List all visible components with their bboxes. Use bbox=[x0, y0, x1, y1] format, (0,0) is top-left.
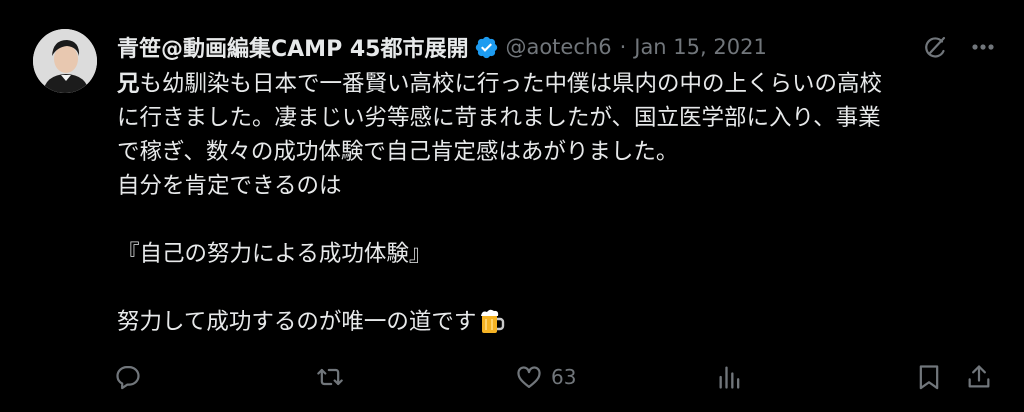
tweet-line: に行きました。凄まじい劣等感に苛まれましたが、国立医学部に入り、事業 bbox=[117, 105, 881, 131]
tweet-line bbox=[117, 271, 997, 305]
display-name[interactable]: 青笹@動画編集CAMP 45都市展開 bbox=[117, 31, 468, 63]
tweet-line: 自分を肯定できるのは bbox=[117, 173, 342, 199]
retweet-icon bbox=[317, 368, 343, 386]
tweet-line: 兄も幼馴染も日本で一番賢い高校に行った中僕は県内の中の上くらいの高校 bbox=[117, 67, 997, 101]
tweet-text: 兄も幼馴染も日本で一番賢い高校に行った中僕は県内の中の上くらいの高校 に行きまし… bbox=[117, 67, 997, 339]
retweet-button[interactable] bbox=[316, 363, 344, 391]
separator-dot: · bbox=[619, 35, 627, 59]
verified-badge-icon bbox=[474, 35, 499, 60]
action-bar: 63 bbox=[0, 360, 1024, 400]
reply-button[interactable] bbox=[114, 363, 142, 391]
beer-mug-icon bbox=[478, 307, 506, 335]
grok-icon[interactable] bbox=[921, 33, 949, 61]
tweet-date[interactable]: Jan 15, 2021 bbox=[634, 35, 767, 59]
bookmark-icon bbox=[919, 365, 939, 390]
heart-icon bbox=[517, 366, 541, 389]
share-button[interactable] bbox=[965, 363, 993, 391]
avatar[interactable] bbox=[33, 29, 97, 93]
views-icon bbox=[719, 366, 740, 389]
tweet-line: 『自己の努力による成功体験』 bbox=[117, 241, 432, 267]
line-text: 努力して成功するのが唯一の道です bbox=[117, 309, 477, 335]
views-button[interactable] bbox=[716, 363, 744, 391]
tweet-line: で稼ぎ、数々の成功体験で自己肯定感はあがりました。 bbox=[117, 139, 679, 165]
bookmark-button[interactable] bbox=[915, 363, 943, 391]
line-text: も幼馴染も日本で一番賢い高校に行った中僕は県内の中の上くらいの高校 bbox=[139, 71, 883, 97]
tweet-line bbox=[117, 203, 997, 237]
tweet[interactable]: 青笹@動画編集CAMP 45都市展開 @aotech6 · Jan 15, 20… bbox=[0, 0, 1024, 412]
tweet-line: 努力して成功するのが唯一の道です bbox=[117, 305, 997, 339]
more-icon[interactable] bbox=[968, 34, 998, 60]
reply-icon bbox=[116, 365, 140, 390]
share-icon bbox=[968, 365, 990, 388]
bold-text: 兄 bbox=[117, 71, 140, 97]
like-count: 63 bbox=[551, 365, 577, 389]
tweet-header: 青笹@動画編集CAMP 45都市展開 @aotech6 · Jan 15, 20… bbox=[117, 30, 767, 64]
user-handle[interactable]: @aotech6 bbox=[505, 35, 611, 59]
like-button[interactable]: 63 bbox=[515, 363, 576, 391]
